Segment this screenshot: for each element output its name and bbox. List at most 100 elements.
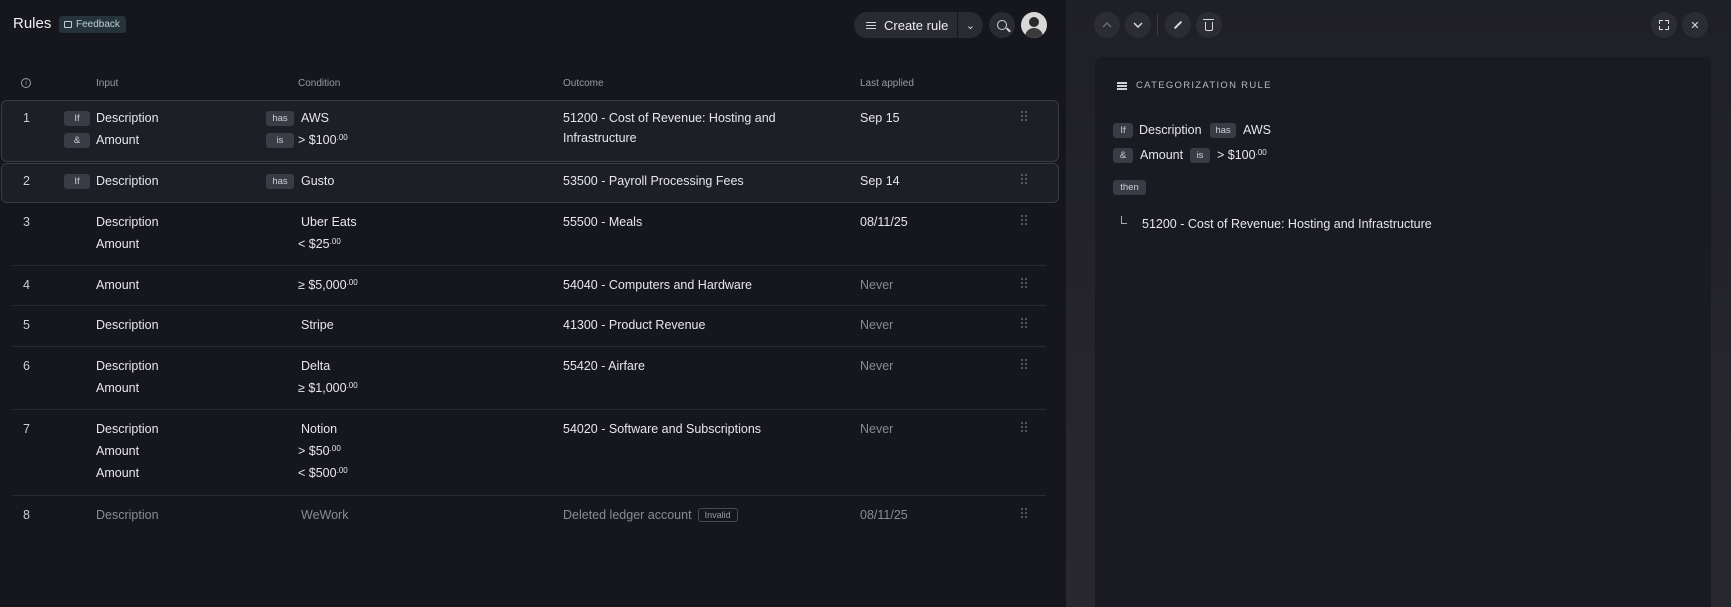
then-tag: then bbox=[1113, 180, 1146, 195]
rules-pane: Rules Feedback Create rule ⌄ i Input Con… bbox=[0, 0, 1066, 607]
rule-condition: AWS bbox=[301, 111, 330, 125]
rule-outcome: 55500 - Meals bbox=[563, 215, 643, 229]
row-number: 4 bbox=[23, 278, 30, 292]
invalid-badge: Invalid bbox=[697, 508, 738, 522]
deleted-account-label: Deleted ledger account bbox=[563, 508, 692, 522]
rule-input: Amount bbox=[1140, 148, 1184, 162]
rule-input: Description bbox=[96, 422, 159, 436]
rule-condition: ≥ $5,000.00 bbox=[298, 278, 358, 292]
edit-rule-button[interactable] bbox=[1165, 12, 1191, 38]
and-tag: & bbox=[1113, 148, 1133, 163]
search-icon bbox=[997, 20, 1007, 30]
chevron-down-icon: ⌄ bbox=[965, 19, 976, 32]
rule-condition: > $100.00 bbox=[298, 133, 348, 147]
rule-input: Description bbox=[96, 111, 159, 125]
avatar[interactable] bbox=[1021, 12, 1047, 38]
toolbar-divider bbox=[1157, 14, 1158, 36]
feedback-button[interactable]: Feedback bbox=[59, 16, 126, 33]
close-icon: ✕ bbox=[1690, 19, 1700, 32]
row-number: 6 bbox=[23, 359, 30, 373]
operator-tag: has bbox=[266, 111, 294, 126]
drag-handle-icon[interactable] bbox=[1021, 508, 1027, 518]
close-button[interactable]: ✕ bbox=[1682, 12, 1708, 38]
operator-tag: is bbox=[1190, 148, 1210, 163]
sliders-icon bbox=[866, 21, 876, 30]
rule-input: Description bbox=[96, 508, 159, 522]
drag-handle-icon[interactable] bbox=[1021, 422, 1027, 432]
rule-input: Amount bbox=[96, 237, 140, 251]
drag-handle-icon[interactable] bbox=[1021, 215, 1027, 225]
rule-condition: < $25.00 bbox=[298, 237, 341, 251]
operator-tag: has bbox=[1210, 123, 1236, 138]
avatar-body bbox=[1025, 28, 1043, 38]
last-applied: Never bbox=[860, 359, 894, 373]
previous-rule-button[interactable] bbox=[1094, 12, 1120, 38]
rule-outcome: 54040 - Computers and Hardware bbox=[563, 278, 752, 292]
row-number: 1 bbox=[23, 111, 30, 125]
table-row[interactable] bbox=[1, 100, 1059, 162]
rule-condition: Stripe bbox=[301, 318, 334, 332]
expand-button[interactable] bbox=[1651, 12, 1677, 38]
rule-input: Description bbox=[96, 215, 159, 229]
expand-icon bbox=[1659, 20, 1669, 30]
if-tag: If bbox=[64, 174, 90, 189]
column-header-outcome: Outcome bbox=[563, 78, 604, 89]
avatar-head bbox=[1029, 17, 1039, 27]
rule-condition: WeWork bbox=[301, 508, 349, 522]
rule-condition: < $500.00 bbox=[298, 466, 348, 480]
rule-outcome-continued: Infrastructure bbox=[563, 131, 637, 145]
rule-outcome: 51200 - Cost of Revenue: Hosting and Inf… bbox=[1142, 217, 1432, 231]
last-applied: Sep 14 bbox=[860, 174, 900, 188]
rule-input: Amount bbox=[96, 444, 140, 458]
rule-condition: AWS bbox=[1243, 123, 1272, 137]
if-tag: If bbox=[1113, 123, 1133, 138]
card-title: CATEGORIZATION RULE bbox=[1136, 80, 1272, 91]
rule-outcome: 41300 - Product Revenue bbox=[563, 318, 706, 332]
rule-condition: > $50.00 bbox=[298, 444, 341, 458]
drag-handle-icon[interactable] bbox=[1021, 278, 1027, 288]
drag-handle-icon[interactable] bbox=[1021, 174, 1027, 184]
table-row[interactable] bbox=[1, 163, 1059, 203]
row-number: 5 bbox=[23, 318, 30, 332]
sliders-icon bbox=[1117, 81, 1127, 90]
table-row[interactable] bbox=[13, 347, 1046, 410]
pencil-icon bbox=[1173, 20, 1183, 30]
rule-outcome: 53500 - Payroll Processing Fees bbox=[563, 174, 744, 188]
create-rule-dropdown-button[interactable]: ⌄ bbox=[958, 12, 983, 38]
row-number: 7 bbox=[23, 422, 30, 436]
last-applied: Never bbox=[860, 278, 894, 292]
if-tag: If bbox=[64, 111, 90, 126]
create-rule-button[interactable]: Create rule bbox=[854, 12, 957, 38]
delete-rule-button[interactable] bbox=[1196, 12, 1222, 38]
drag-handle-icon[interactable] bbox=[1021, 111, 1027, 121]
create-rule-split-button: Create rule ⌄ bbox=[854, 12, 983, 38]
rule-condition: Notion bbox=[301, 422, 338, 436]
rule-condition: Gusto bbox=[301, 174, 335, 188]
branch-elbow-icon bbox=[1121, 216, 1127, 224]
rule-outcome: Deleted ledger account Invalid bbox=[563, 508, 738, 522]
chevron-up-icon bbox=[1102, 22, 1112, 28]
operator-tag: is bbox=[266, 133, 294, 148]
next-rule-button[interactable] bbox=[1125, 12, 1151, 38]
drag-handle-icon[interactable] bbox=[1021, 359, 1027, 369]
search-button[interactable] bbox=[989, 12, 1015, 38]
page-title: Rules bbox=[13, 15, 52, 32]
table-row[interactable] bbox=[13, 204, 1046, 266]
rule-input: Description bbox=[96, 174, 159, 188]
rule-input: Amount bbox=[96, 381, 140, 395]
rule-input: Description bbox=[96, 359, 159, 373]
drag-handle-icon[interactable] bbox=[1021, 318, 1027, 328]
rule-input: Description bbox=[1139, 123, 1202, 137]
last-applied: Sep 15 bbox=[860, 111, 900, 125]
column-header-condition: Condition bbox=[298, 78, 341, 89]
rule-condition: Delta bbox=[301, 359, 331, 373]
and-tag: & bbox=[64, 133, 90, 148]
rule-outcome: 55420 - Airfare bbox=[563, 359, 645, 373]
last-applied: Never bbox=[860, 318, 894, 332]
last-applied: Never bbox=[860, 422, 894, 436]
rule-condition: Uber Eats bbox=[301, 215, 357, 229]
rule-detail-pane: ✕ CATEGORIZATION RULE If Description has… bbox=[1066, 0, 1731, 607]
info-icon[interactable]: i bbox=[21, 78, 31, 88]
row-number: 3 bbox=[23, 215, 30, 229]
message-icon bbox=[64, 21, 72, 28]
